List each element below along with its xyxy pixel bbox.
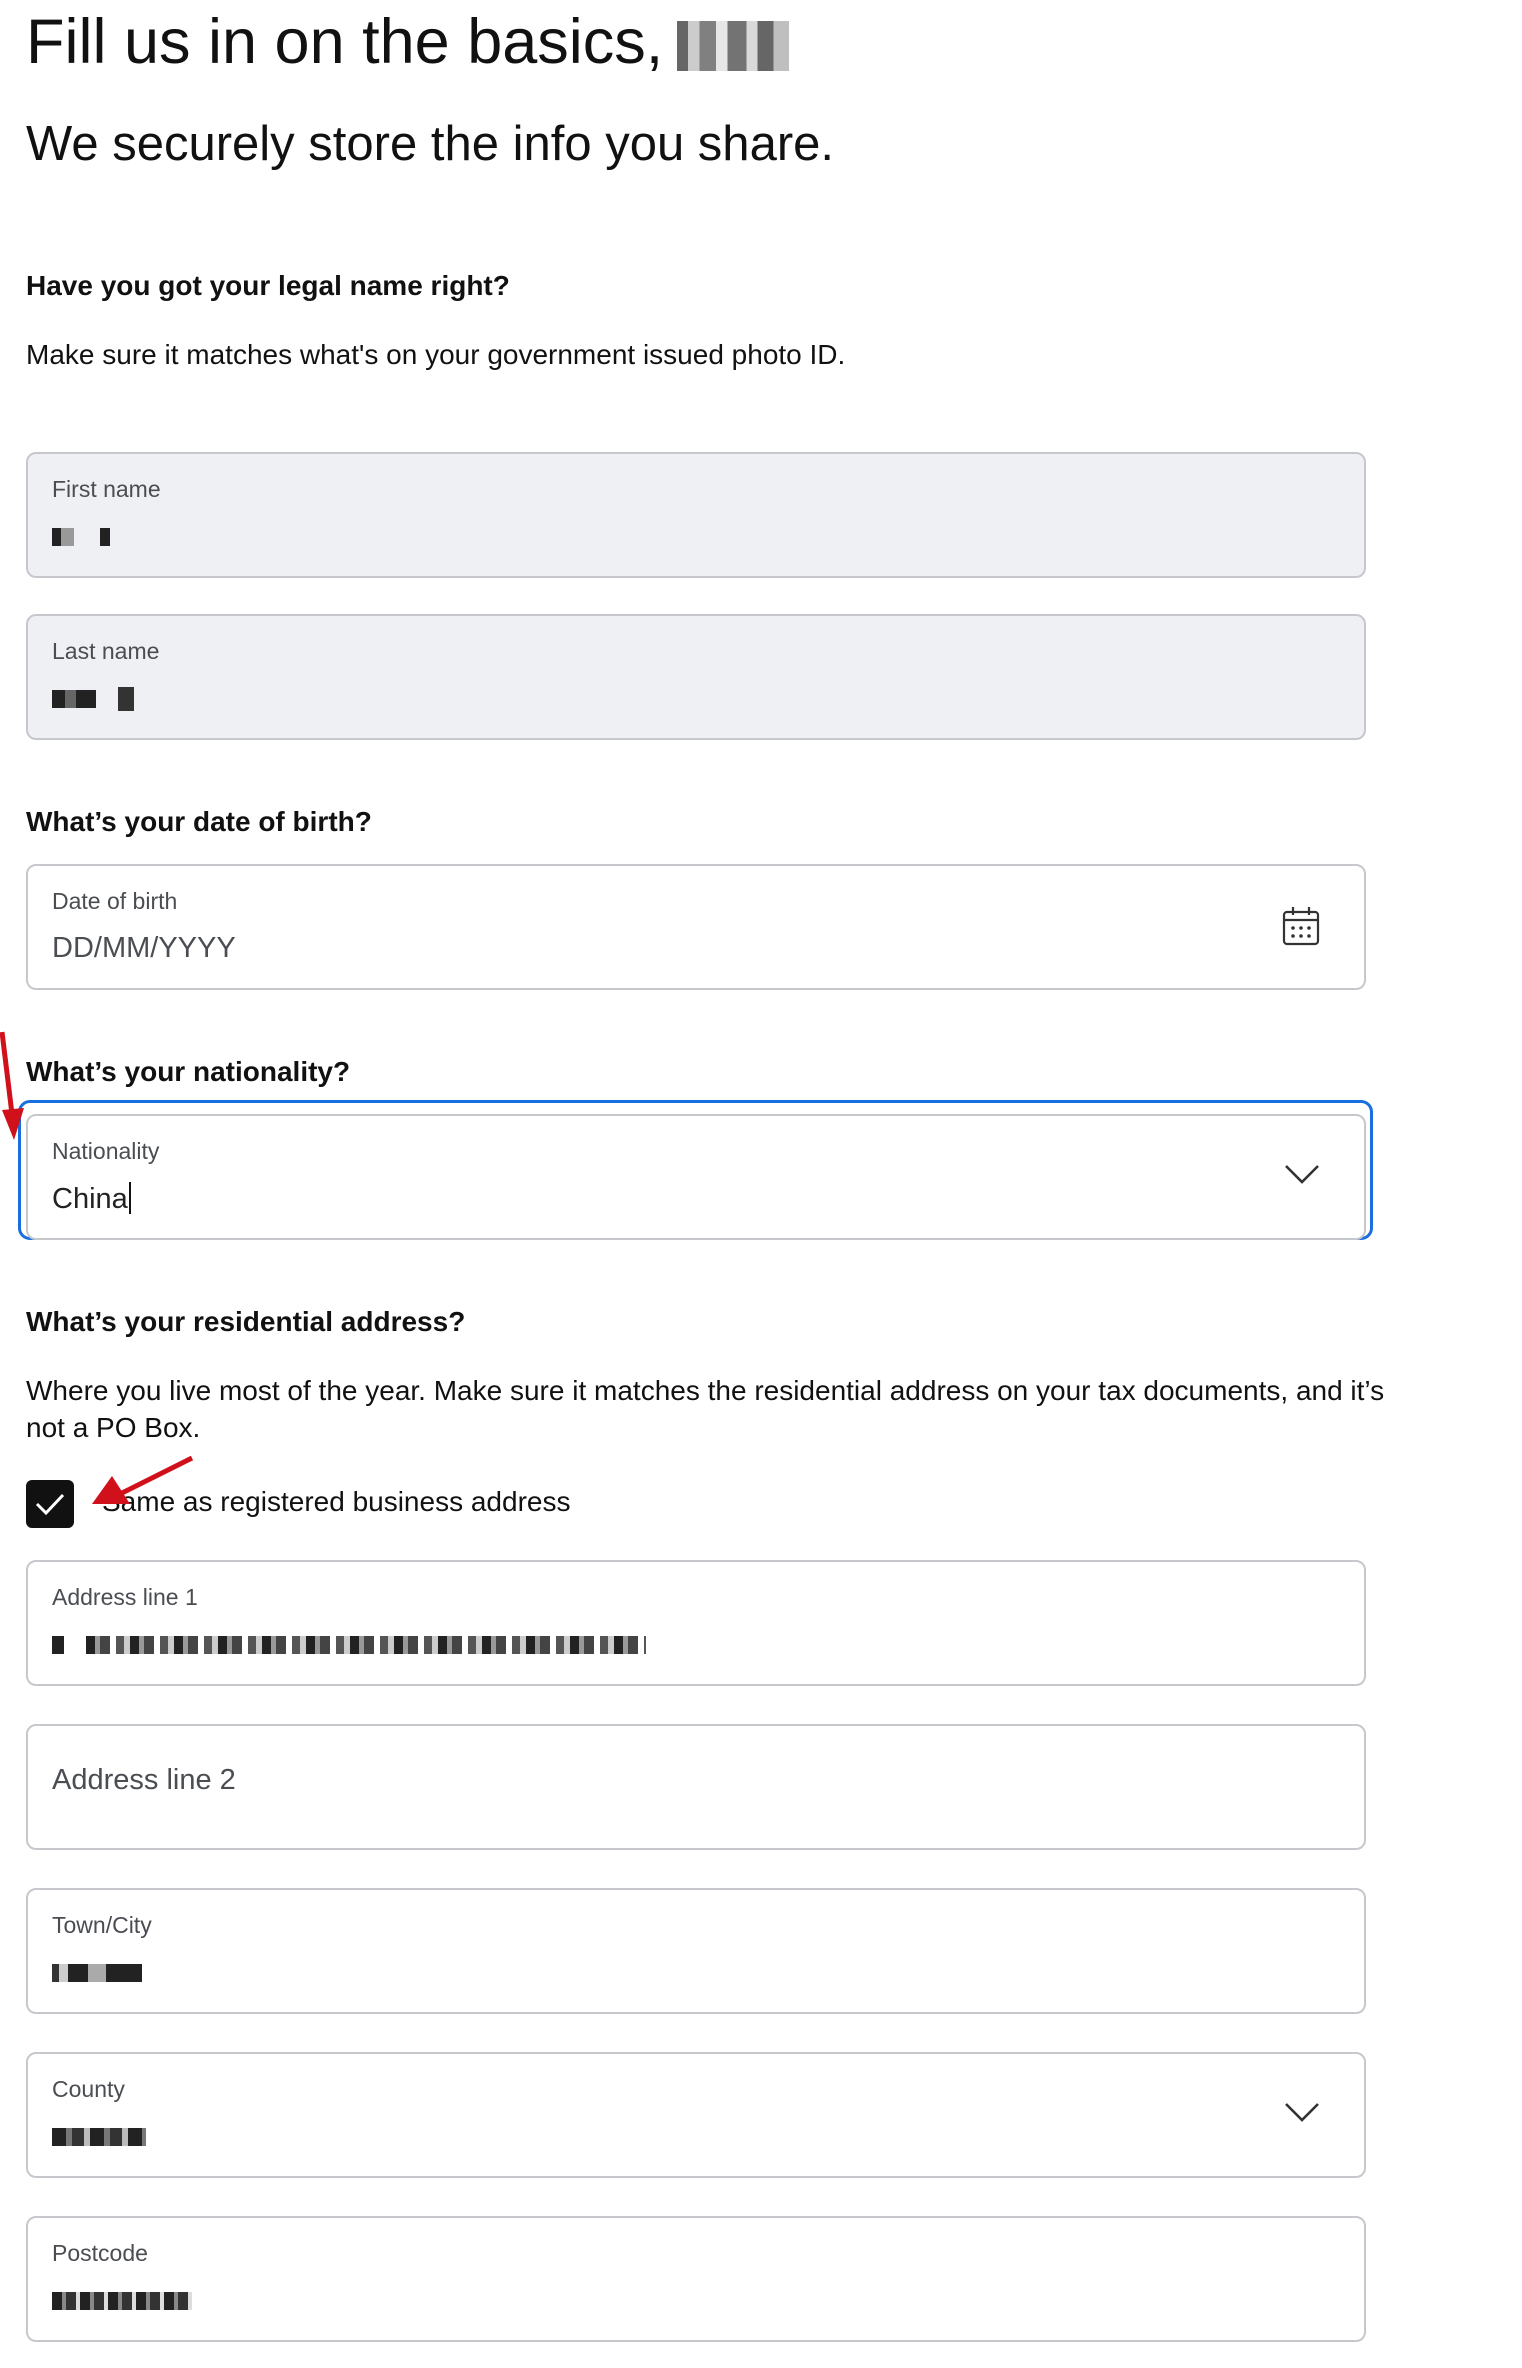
address-help: Where you live most of the year. Make su… <box>26 1375 1385 1443</box>
annotation-arrow-checkbox-icon <box>92 1455 194 1504</box>
address-line2-placeholder: Address line 2 <box>52 1764 236 1796</box>
chevron-down-icon[interactable] <box>1284 2100 1320 2124</box>
first-name-label: First name <box>52 476 161 502</box>
last-name-field[interactable]: Last name <box>26 614 1366 740</box>
text-cursor <box>128 1182 131 1214</box>
dob-label: Date of birth <box>52 888 178 914</box>
town-city-field[interactable]: Town/City <box>26 1888 1366 2014</box>
page-subtitle: We securely store the info you share. <box>26 117 834 171</box>
annotation-arrow-nationality-icon <box>0 1031 24 1140</box>
county-select[interactable]: County <box>26 2052 1366 2178</box>
dob-question: What’s your date of birth? <box>26 806 372 837</box>
nationality-select[interactable]: Nationality China <box>26 1114 1366 1240</box>
chevron-down-icon[interactable] <box>1284 1162 1320 1186</box>
date-of-birth-field[interactable]: Date of birth DD/MM/YYYY <box>26 864 1366 990</box>
town-city-value-redacted <box>52 1956 142 1989</box>
address-line1-field[interactable]: Address line 1 <box>26 1560 1366 1686</box>
last-name-value-redacted <box>52 682 135 715</box>
last-name-label: Last name <box>52 638 160 664</box>
nationality-question: What’s your nationality? <box>26 1056 351 1087</box>
address-line2-field[interactable]: Address line 2 <box>26 1724 1366 1850</box>
dob-placeholder: DD/MM/YYYY <box>52 932 236 964</box>
same-as-business-checkbox[interactable] <box>26 1480 74 1528</box>
address-line1-label: Address line 1 <box>52 1584 198 1610</box>
county-label: County <box>52 2076 125 2102</box>
nationality-value: China <box>52 1182 131 1216</box>
town-city-label: Town/City <box>52 1912 152 1938</box>
address-line1-value-redacted <box>52 1628 647 1661</box>
checkmark-icon <box>35 1493 65 1516</box>
page-title: Fill us in on the basics, <box>26 4 790 80</box>
address-question: What’s your residential address? <box>26 1306 466 1337</box>
nationality-label: Nationality <box>52 1138 160 1164</box>
redacted-user-name <box>677 21 790 71</box>
postcode-field[interactable]: Postcode <box>26 2216 1366 2342</box>
first-name-value-redacted <box>52 520 111 553</box>
county-value-redacted <box>52 2120 146 2153</box>
postcode-value-redacted <box>52 2284 192 2317</box>
calendar-icon[interactable] <box>1282 906 1320 946</box>
legal-name-help: Make sure it matches what's on your gove… <box>26 339 846 370</box>
legal-name-question: Have you got your legal name right? <box>26 270 510 301</box>
first-name-field[interactable]: First name <box>26 452 1366 578</box>
postcode-label: Postcode <box>52 2240 148 2266</box>
page-title-text: Fill us in on the basics, <box>26 7 664 77</box>
